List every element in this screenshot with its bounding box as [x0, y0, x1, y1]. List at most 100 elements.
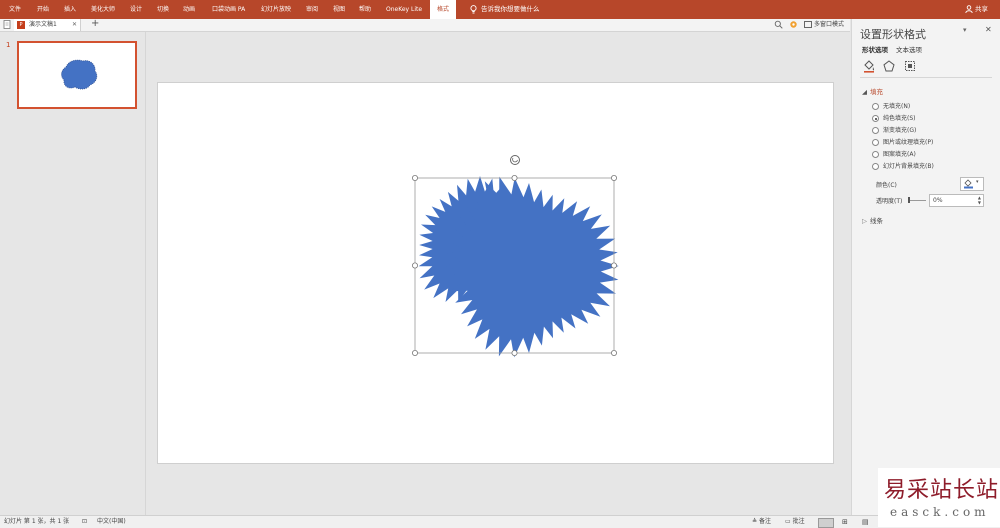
- tab-format[interactable]: 格式: [430, 0, 457, 19]
- transparency-input[interactable]: 0% ▲ ▼: [929, 194, 984, 207]
- status-bar: 幻灯片 第 1 张，共 1 张 ⊡ 中文(中国) ≜ 备注 ▭ 批注 ⊞ ▤: [0, 515, 1000, 528]
- color-label: 颜色(C): [876, 182, 897, 189]
- notes-label: 备注: [758, 518, 771, 525]
- tab-text-options[interactable]: 文本选项: [896, 44, 922, 54]
- resize-handle[interactable]: [511, 175, 518, 182]
- spellcheck-icon[interactable]: ⊡: [82, 516, 87, 528]
- person-icon: [965, 5, 973, 14]
- thumbnail-shape: [61, 59, 98, 90]
- close-tab-icon[interactable]: ✕: [72, 19, 77, 31]
- fill-option-label: 图案填充(A): [883, 151, 916, 158]
- tab-shape-options[interactable]: 形状选项: [862, 44, 888, 54]
- notes-button[interactable]: ≜ 备注: [752, 516, 771, 528]
- tab-home[interactable]: 开始: [37, 0, 49, 19]
- resize-handle[interactable]: [511, 349, 518, 356]
- radio-button[interactable]: [872, 163, 879, 170]
- tab-insert[interactable]: 插入: [64, 0, 76, 19]
- line-section-header[interactable]: ▷ 线条: [862, 215, 883, 225]
- tab-slideshow[interactable]: 幻灯片放映: [261, 0, 291, 19]
- fill-option-label: 幻灯片背景填充(B): [883, 163, 934, 170]
- expanded-triangle-icon: ◢: [862, 88, 867, 96]
- tab-help[interactable]: 帮助: [359, 0, 371, 19]
- transparency-label: 透明度(T): [876, 198, 903, 205]
- dropdown-arrow-icon: ▾: [976, 179, 979, 185]
- fill-section-label: 填充: [870, 88, 883, 96]
- close-pane-icon[interactable]: ✕: [985, 25, 992, 34]
- resize-handle[interactable]: [610, 262, 617, 269]
- pane-divider: [860, 77, 992, 78]
- fill-option-label: 无填充(N): [883, 103, 911, 110]
- fill-option-none[interactable]: 无填充(N): [872, 101, 910, 110]
- slide-canvas[interactable]: [157, 82, 834, 464]
- resize-handle[interactable]: [411, 175, 418, 182]
- document-tab-label: 演示文稿1: [29, 21, 57, 28]
- chevron-down-icon[interactable]: ▾: [963, 26, 967, 34]
- fill-option-picture[interactable]: 图片或纹理填充(P): [872, 137, 933, 146]
- tell-me-search[interactable]: 告诉我你想要做什么: [470, 0, 540, 19]
- share-button[interactable]: 共享: [965, 0, 988, 19]
- tab-design[interactable]: 设计: [130, 0, 142, 19]
- size-properties-icon[interactable]: [903, 59, 917, 73]
- comments-button[interactable]: ▭ 批注: [785, 516, 805, 528]
- tab-onekey-lite[interactable]: OneKey Lite: [386, 0, 422, 19]
- fill-option-slide-background[interactable]: 幻灯片背景填充(B): [872, 161, 934, 170]
- share-label: 共享: [975, 5, 988, 13]
- document-tab-bar: P 演示文稿1 ✕ + 多窗口模式: [0, 18, 850, 32]
- fill-option-solid[interactable]: 纯色填充(S): [872, 113, 916, 122]
- slide-thumbnail-pane: 1: [0, 32, 146, 515]
- format-shape-pane: 设置形状格式 ▾ ✕ 形状选项 文本选项 ◢ 填充 无填充(N) 纯色填充(S) …: [851, 19, 1000, 515]
- powerpoint-icon: P: [17, 21, 25, 29]
- tell-me-label: 告诉我你想要做什么: [481, 5, 540, 13]
- language-status[interactable]: 中文(中国): [97, 516, 126, 528]
- tab-transitions[interactable]: 切换: [157, 0, 169, 19]
- tab-view[interactable]: 视图: [333, 0, 345, 19]
- effects-pentagon-icon[interactable]: [882, 59, 896, 73]
- multi-window-button[interactable]: 多窗口模式: [804, 19, 844, 31]
- fill-option-gradient[interactable]: 渐变填充(G): [872, 125, 916, 134]
- radio-button[interactable]: [872, 139, 879, 146]
- watermark-url: easck.com: [890, 505, 990, 519]
- paint-bucket-icon: [964, 179, 973, 189]
- radio-button[interactable]: [872, 103, 879, 110]
- settings-gear-icon[interactable]: [789, 20, 798, 29]
- resize-handle[interactable]: [411, 262, 418, 269]
- tab-review[interactable]: 审阅: [306, 0, 318, 19]
- slide-number: 1: [6, 41, 11, 49]
- multi-window-label: 多窗口模式: [814, 21, 845, 28]
- transparency-slider-thumb[interactable]: [908, 197, 910, 203]
- fill-option-pattern[interactable]: 图案填充(A): [872, 149, 916, 158]
- slide-sorter-icon[interactable]: ⊞: [842, 516, 848, 528]
- tab-beautify-master[interactable]: 美化大师: [91, 0, 115, 19]
- resize-handle[interactable]: [610, 349, 617, 356]
- pane-title: 设置形状格式: [860, 28, 926, 41]
- lightbulb-icon: [470, 4, 477, 13]
- tab-pocket-animation[interactable]: 口袋动画 PA: [212, 0, 245, 19]
- radio-button-selected[interactable]: [872, 115, 879, 122]
- fill-option-label: 图片或纹理填充(P): [883, 139, 934, 146]
- resize-handle[interactable]: [610, 175, 617, 182]
- shape-layer: [411, 155, 619, 358]
- fill-option-label: 纯色填充(S): [883, 115, 916, 122]
- fill-line-icon[interactable]: [862, 59, 876, 73]
- radio-button[interactable]: [872, 151, 879, 158]
- site-watermark: 易采站长站 easck.com: [878, 468, 1000, 527]
- radio-button[interactable]: [872, 127, 879, 134]
- fill-section-header[interactable]: ◢ 填充: [862, 86, 883, 96]
- color-picker-button[interactable]: ▾: [960, 177, 984, 191]
- transparency-slider-track[interactable]: [908, 200, 926, 201]
- document-list-icon[interactable]: [3, 20, 12, 29]
- resize-handle[interactable]: [411, 349, 418, 356]
- comments-label: 批注: [792, 518, 805, 525]
- tab-animations[interactable]: 动画: [183, 0, 195, 19]
- spinner-arrows-icon[interactable]: ▲ ▼: [978, 195, 981, 205]
- document-tab[interactable]: P 演示文稿1 ✕: [14, 19, 81, 31]
- window-icon: [804, 21, 812, 28]
- rotate-handle-icon[interactable]: [510, 155, 520, 165]
- new-tab-icon[interactable]: +: [91, 18, 99, 29]
- collapsed-triangle-icon: ▷: [862, 217, 867, 225]
- notes-icon: ≜: [752, 518, 759, 525]
- search-doc-icon[interactable]: [774, 20, 783, 29]
- reading-view-icon[interactable]: ▤: [862, 516, 869, 528]
- slide-thumbnail[interactable]: [17, 41, 137, 109]
- tab-file[interactable]: 文件: [9, 0, 21, 19]
